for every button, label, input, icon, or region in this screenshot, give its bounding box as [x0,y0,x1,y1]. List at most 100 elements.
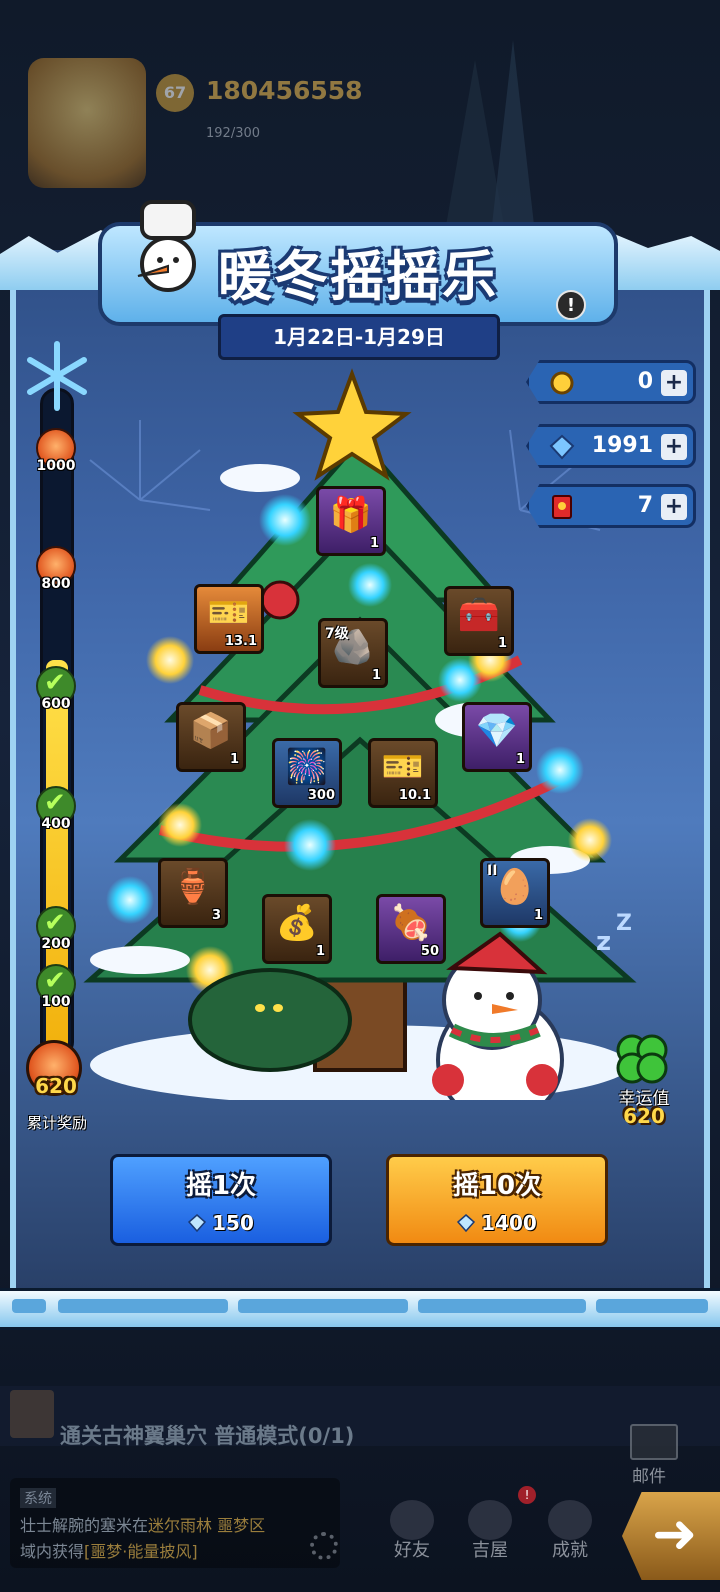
nav-label: 吉屋 [472,1540,508,1561]
ice-frame-bottom [0,1288,720,1330]
medal-currency: 0 + [526,360,696,404]
shake-once-cost-value: 150 [212,1211,254,1235]
firework-icon: 🎆 [285,747,329,787]
add-red-envelope-button[interactable]: + [661,494,687,520]
shake-ten-label: 摇10次 [452,1171,542,1201]
level7-ore-item[interactable]: 🪨 7级 1 [318,618,388,688]
item-count: 1 [315,944,325,959]
ticket-icon: 🎫 [381,747,425,787]
ticket-item-2[interactable]: 🎫 10.1 [368,738,438,808]
diamond-count: 1991 [591,433,653,458]
milestone-label: 600 [41,696,71,712]
wooden-chest-item[interactable]: 📦 1 [176,702,246,772]
red-envelope-count: 7 [637,493,653,518]
diamond-icon [457,1214,476,1232]
player-id: 180456558 [206,76,363,105]
ticket-item[interactable]: 🎫 13.1 [194,584,264,654]
forward-arrow-button[interactable]: ➜ [622,1492,720,1580]
snowflake-icon [27,341,87,411]
gold-sack-item[interactable]: 💰 1 [262,894,332,964]
gold-sack-icon: 💰 [275,903,319,943]
wooden-chest-icon: 📦 [189,711,233,751]
nav-house[interactable]: 吉屋 [460,1500,520,1561]
svg-text:z: z [596,927,611,957]
red-envelope-currency: 7 + [526,484,696,528]
item-count: 1 [515,752,525,767]
christmas-tree-illustration: z Z [83,368,637,1100]
gem-bag-item[interactable]: 💎 1 [462,702,532,772]
shake-ten-button[interactable]: 摇10次 1400 [386,1154,608,1246]
svg-text:Z: Z [616,911,632,936]
meat-item[interactable]: 🍖 50 [376,894,446,964]
snowflake-chest-icon: 🎁 [329,495,373,535]
nav-friends[interactable]: 好友 [382,1500,442,1561]
accumulated-reward-label: 累计奖励 [26,1114,87,1132]
player-avatar[interactable] [28,58,146,188]
shake-ten-cost: 1400 [389,1211,605,1235]
milestone-label: 800 [41,576,71,592]
item-count: 1 [533,908,543,923]
treasure-chest-item[interactable]: 🧰 1 [444,586,514,656]
house-icon [468,1500,512,1540]
ticket-icon: 🎫 [207,593,251,633]
golden-urn-item[interactable]: 🏺 3 [158,858,228,928]
medal-icon [550,371,574,395]
clover-icon[interactable] [610,1028,674,1088]
shake-once-button[interactable]: 摇1次 150 [110,1154,332,1246]
quest-text: 通关古神翼巢穴 普通模式(0/1) [60,1424,355,1448]
player-level-badge: 67 [156,74,194,112]
luck-value: 620 [623,1104,665,1128]
notification-badge: ! [518,1486,536,1504]
item-count: 50 [420,944,439,959]
shake-once-label: 摇1次 [185,1171,257,1201]
item-tag: 7级 [325,626,349,642]
firework-item[interactable]: 🎆 300 [272,738,342,808]
mail-icon[interactable] [630,1424,678,1460]
item-count: 13.1 [224,634,257,649]
nav-achievements[interactable]: 成就 [540,1500,600,1561]
quest-scroll-icon [10,1390,54,1438]
energy-readout: 192/300 [206,126,261,141]
diamond-currency: 1991 + [526,424,696,468]
add-diamond-button[interactable]: + [661,434,687,460]
chat-channel-tag: 系统 [20,1488,56,1508]
milestone-label: 1000 [36,458,76,474]
treasure-chest-icon: 🧰 [457,595,501,635]
diamond-icon [549,434,575,460]
shake-once-cost: 150 [113,1211,329,1235]
item-count: 1 [371,668,381,683]
nav-label: 成就 [552,1540,588,1561]
meat-icon: 🍖 [389,903,433,943]
gear-icon[interactable] [310,1532,338,1560]
diamond-icon [188,1214,207,1232]
accumulated-value: 620 [35,1074,77,1098]
milestone-label: 200 [41,936,71,952]
add-medal-button[interactable]: + [661,370,687,396]
event-date-ribbon: 1月22日-1月29日 [218,314,500,360]
item-tag: II [487,863,498,879]
chat-message-line: 壮士解腕的塞米在迷尔雨林 噩梦区 [20,1516,266,1535]
medal-count: 0 [637,369,653,394]
pet-egg-item[interactable]: 🥚 II 1 [480,858,550,928]
mail-label: 邮件 [632,1467,666,1487]
item-count: 1 [229,752,239,767]
item-count: 1 [369,536,379,551]
milestone-label: 400 [41,816,71,832]
item-count: 10.1 [398,788,431,803]
snowflake-chest-item[interactable]: 🎁 1 [316,486,386,556]
trophy-icon [548,1500,592,1540]
info-button[interactable]: ! [556,290,586,320]
event-title: 暖冬摇摇乐 [218,244,498,308]
item-count: 3 [211,908,221,923]
chat-message-line: 域内获得[噩梦·能量披风] [20,1542,198,1561]
arrow-right-icon: ➜ [652,1502,698,1565]
shake-ten-cost-value: 1400 [481,1211,537,1235]
nav-label: 好友 [394,1540,430,1561]
friends-icon [390,1500,434,1540]
milestone-label: 100 [41,994,71,1010]
item-count: 300 [307,788,335,803]
urn-icon: 🏺 [171,867,215,907]
item-count: 1 [497,636,507,651]
gem-bag-icon: 💎 [475,711,519,751]
red-envelope-icon [552,495,572,519]
